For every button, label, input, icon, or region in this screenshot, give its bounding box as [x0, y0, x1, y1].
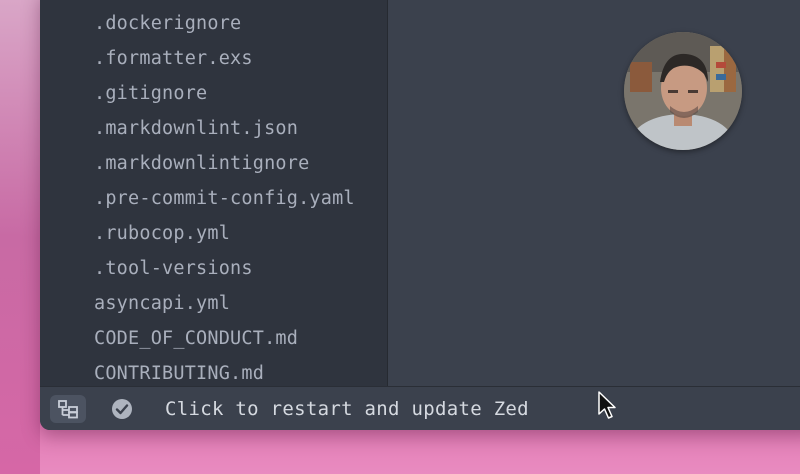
mouse-cursor-icon: [598, 391, 616, 419]
file-item-markdownlintignore[interactable]: .markdownlintignore: [40, 146, 387, 181]
check-circle-icon: [112, 399, 132, 419]
file-item-formatter-exs[interactable]: .formatter.exs: [40, 41, 387, 76]
file-item-dockerignore[interactable]: .dockerignore: [40, 6, 387, 41]
file-item-tool-versions[interactable]: .tool-versions: [40, 251, 387, 286]
webcam-video-bubble: [624, 32, 742, 150]
file-item-gitignore[interactable]: .gitignore: [40, 76, 387, 111]
project-tree-icon: [58, 400, 78, 419]
file-item-code-of-conduct[interactable]: CODE_OF_CONDUCT.md: [40, 321, 387, 356]
project-panel: .dockerignore .formatter.exs .gitignore …: [40, 0, 388, 386]
status-bar: Click to restart and update Zed: [40, 386, 800, 430]
project-panel-toggle-button[interactable]: [50, 395, 86, 423]
file-list: .dockerignore .formatter.exs .gitignore …: [40, 6, 387, 391]
file-item-markdownlint-json[interactable]: .markdownlint.json: [40, 111, 387, 146]
diagnostics-button[interactable]: [104, 395, 140, 423]
file-item-rubocop-yml[interactable]: .rubocop.yml: [40, 216, 387, 251]
webcam-person-image: [624, 32, 742, 150]
editor-area[interactable]: [388, 0, 800, 386]
file-item-asyncapi-yml[interactable]: asyncapi.yml: [40, 286, 387, 321]
update-message[interactable]: Click to restart and update Zed: [165, 387, 529, 430]
file-item-pre-commit-config[interactable]: .pre-commit-config.yaml: [40, 181, 387, 216]
desktop-background: [0, 0, 40, 474]
